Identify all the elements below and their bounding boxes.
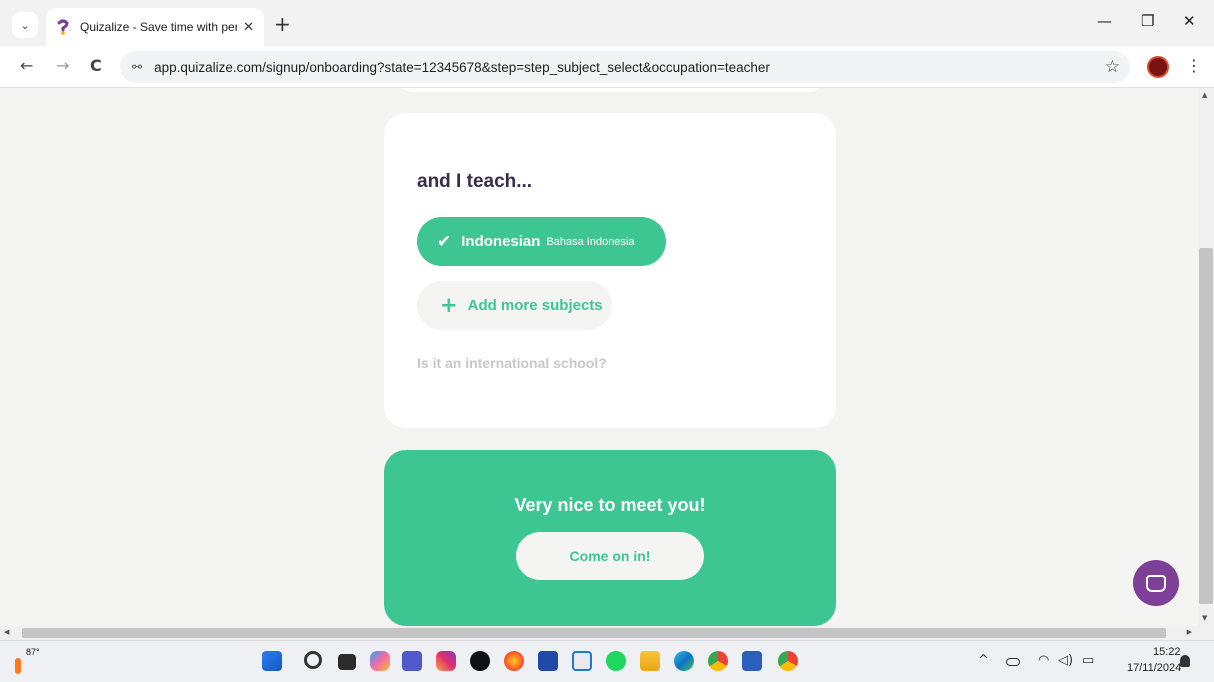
volume-icon[interactable]: ◁) bbox=[1058, 653, 1073, 668]
instagram-icon[interactable] bbox=[436, 651, 456, 671]
thermometer-icon bbox=[15, 658, 21, 674]
chevron-down-icon: ⌄ bbox=[20, 18, 30, 32]
check-icon: ✔ bbox=[437, 231, 452, 252]
previous-card-edge bbox=[398, 88, 824, 92]
microsoft-store-icon[interactable] bbox=[538, 651, 558, 671]
vertical-scrollbar[interactable]: ▲ ▼ bbox=[1198, 88, 1214, 626]
mail-icon[interactable] bbox=[572, 651, 592, 671]
address-bar[interactable]: ⚯ app.quizalize.com/signup/onboarding?st… bbox=[120, 51, 1130, 83]
teams-icon[interactable] bbox=[402, 651, 422, 671]
subject-name: Indonesian bbox=[461, 233, 541, 250]
page-viewport: and I teach... ✔ Indonesian Bahasa Indon… bbox=[0, 88, 1198, 626]
new-tab-button[interactable]: + bbox=[274, 12, 291, 36]
restore-button[interactable]: ❐ bbox=[1141, 12, 1154, 30]
browser-tab-strip: ⌄ Quizalize - Save time with perso ✕ + —… bbox=[0, 0, 1214, 46]
scroll-up-icon[interactable]: ▲ bbox=[1202, 91, 1207, 99]
site-info-icon[interactable]: ⚯ bbox=[132, 60, 142, 74]
chrome-icon[interactable] bbox=[778, 651, 798, 671]
scrollbar-corner bbox=[1198, 626, 1214, 640]
copilot-icon[interactable] bbox=[370, 651, 390, 671]
weather-temperature: 87° bbox=[26, 647, 40, 657]
notification-bell-icon[interactable] bbox=[1180, 655, 1190, 667]
quizalize-favicon-icon bbox=[56, 19, 70, 35]
browser-tab-quizalize[interactable]: Quizalize - Save time with perso ✕ bbox=[46, 8, 264, 46]
forward-button[interactable]: → bbox=[56, 56, 69, 75]
add-more-subjects-label: Add more subjects bbox=[467, 297, 603, 314]
onedrive-icon[interactable] bbox=[1006, 658, 1020, 666]
international-school-question: Is it an international school? bbox=[417, 355, 607, 371]
word-icon[interactable] bbox=[742, 651, 762, 671]
chat-icon bbox=[1146, 574, 1166, 592]
bookmark-star-icon[interactable]: ☆ bbox=[1105, 57, 1120, 77]
search-icon[interactable] bbox=[304, 651, 322, 669]
tab-search-button[interactable]: ⌄ bbox=[12, 12, 38, 38]
come-on-in-button[interactable]: Come on in! bbox=[516, 532, 704, 580]
add-more-subjects-button[interactable]: + Add more subjects bbox=[417, 281, 612, 330]
subject-heading: and I teach... bbox=[417, 171, 533, 192]
minimize-button[interactable]: — bbox=[1097, 12, 1112, 30]
edge-icon[interactable] bbox=[674, 651, 694, 671]
task-view-icon[interactable] bbox=[338, 654, 356, 670]
clock-time[interactable]: 15:22 bbox=[1153, 646, 1181, 658]
tab-close-icon[interactable]: ✕ bbox=[243, 20, 254, 35]
url-text[interactable]: app.quizalize.com/signup/onboarding?stat… bbox=[154, 60, 770, 75]
selected-subject-pill[interactable]: ✔ Indonesian Bahasa Indonesia bbox=[417, 217, 666, 266]
welcome-title: Very nice to meet you! bbox=[514, 495, 706, 515]
subject-select-card: and I teach... ✔ Indonesian Bahasa Indon… bbox=[384, 113, 836, 428]
tab-title: Quizalize - Save time with perso bbox=[80, 20, 238, 34]
battery-icon[interactable]: ▭ bbox=[1082, 653, 1094, 668]
scroll-left-icon[interactable]: ◀ bbox=[4, 628, 9, 636]
scroll-right-icon[interactable]: ▶ bbox=[1187, 628, 1192, 636]
horizontal-scroll-thumb[interactable] bbox=[22, 628, 1166, 638]
chrome-profile-icon[interactable] bbox=[708, 651, 728, 671]
profile-avatar[interactable] bbox=[1147, 56, 1169, 78]
window-close-button[interactable]: ✕ bbox=[1183, 12, 1196, 30]
plus-icon: + bbox=[440, 293, 458, 317]
subject-native-name: Bahasa Indonesia bbox=[546, 235, 635, 248]
weather-widget[interactable]: 87° bbox=[12, 647, 40, 677]
browser-toolbar: ← → C ⚯ app.quizalize.com/signup/onboard… bbox=[0, 46, 1214, 88]
start-icon[interactable] bbox=[262, 651, 282, 671]
reload-button[interactable]: C bbox=[90, 56, 102, 75]
chat-launcher-button[interactable] bbox=[1133, 560, 1179, 606]
spotify-icon[interactable] bbox=[606, 651, 626, 671]
scroll-down-icon[interactable]: ▼ bbox=[1202, 614, 1207, 622]
horizontal-scrollbar[interactable]: ◀ ▶ bbox=[0, 626, 1198, 640]
vertical-scroll-thumb[interactable] bbox=[1199, 248, 1213, 604]
file-explorer-icon[interactable] bbox=[640, 651, 660, 671]
wifi-icon[interactable]: ◠ bbox=[1038, 653, 1049, 668]
firefox-icon[interactable] bbox=[504, 651, 524, 671]
clock-date[interactable]: 17/11/2024 bbox=[1127, 662, 1181, 674]
tiktok-icon[interactable] bbox=[470, 651, 490, 671]
chevron-up-icon[interactable]: ^ bbox=[978, 653, 989, 668]
back-button[interactable]: ← bbox=[20, 56, 33, 75]
browser-menu-icon[interactable]: ⋮ bbox=[1186, 56, 1202, 75]
welcome-card: Very nice to meet you! Come on in! bbox=[384, 450, 836, 626]
windows-taskbar: 87° ^ ◠ ◁) ▭ 15:22 17/11/2024 bbox=[0, 640, 1214, 682]
